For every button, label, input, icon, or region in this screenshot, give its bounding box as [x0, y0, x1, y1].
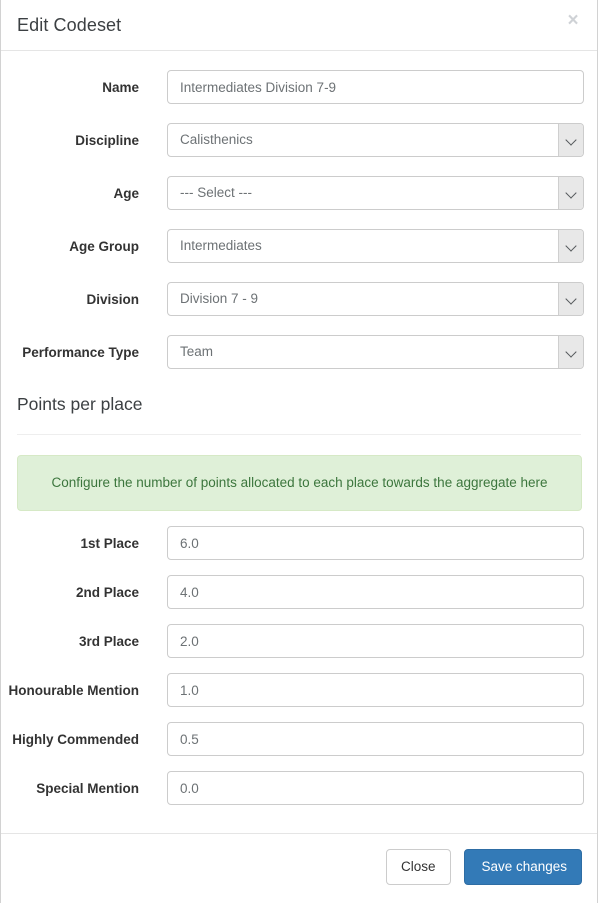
discipline-select-value: Calisthenics [180, 132, 253, 147]
form-row-age-group: Age Group Intermediates [1, 229, 597, 263]
page-title: Edit Codeset [17, 15, 122, 35]
close-button[interactable]: Close [386, 849, 451, 885]
form-row-discipline: Discipline Calisthenics [1, 123, 597, 157]
label-age-group: Age Group [69, 239, 139, 254]
field-wrap-discipline: Calisthenics [167, 123, 584, 157]
label-discipline: Discipline [75, 133, 139, 148]
form-row-name: Name [1, 70, 597, 104]
form-row-age: Age --- Select --- [1, 176, 597, 210]
second-place-input[interactable] [167, 575, 584, 609]
chevron-down-icon[interactable] [558, 124, 583, 156]
performance-type-select-value: Team [180, 344, 214, 359]
division-select-value: Division 7 - 9 [180, 291, 259, 306]
field-wrap-3rd-place [167, 624, 584, 658]
field-wrap-special-mention [167, 771, 584, 805]
performance-type-select[interactable]: Team [167, 335, 584, 369]
chevron-down-icon[interactable] [558, 336, 583, 368]
form-row-honourable-mention: Honourable Mention [1, 673, 597, 707]
form-row-division: Division Division 7 - 9 [1, 282, 597, 316]
chevron-down-icon[interactable] [558, 283, 583, 315]
close-icon[interactable]: × [562, 10, 584, 32]
field-wrap-highly-commended [167, 722, 584, 756]
age-group-select[interactable]: Intermediates [167, 229, 584, 263]
highly-commended-input[interactable] [167, 722, 584, 756]
field-wrap-honourable-mention [167, 673, 584, 707]
age-select[interactable]: --- Select --- [167, 176, 584, 210]
label-special-mention: Special Mention [36, 781, 139, 796]
field-wrap-age-group: Intermediates [167, 229, 584, 263]
field-wrap-performance-type: Team [167, 335, 584, 369]
form-row-performance-type: Performance Type Team [1, 335, 597, 369]
modal-footer: Close Save changes [1, 833, 597, 903]
form-row-1st-place: 1st Place [1, 526, 597, 560]
discipline-select[interactable]: Calisthenics [167, 123, 584, 157]
chevron-down-icon[interactable] [558, 230, 583, 262]
modal-header: Edit Codeset × [1, 0, 597, 51]
label-3rd-place: 3rd Place [78, 634, 139, 649]
form-row-highly-commended: Highly Commended [1, 722, 597, 756]
edit-codeset-modal: Edit Codeset × Name Discipline Calisthen… [0, 0, 598, 903]
special-mention-input[interactable] [167, 771, 584, 805]
label-name: Name [102, 80, 139, 95]
points-info-alert: Configure the number of points allocated… [17, 455, 582, 511]
division-select[interactable]: Division 7 - 9 [167, 282, 584, 316]
field-wrap-1st-place [167, 526, 584, 560]
form-row-3rd-place: 3rd Place [1, 624, 597, 658]
form-row-special-mention: Special Mention [1, 771, 597, 805]
save-changes-button[interactable]: Save changes [464, 849, 582, 885]
name-input[interactable] [167, 70, 584, 104]
label-highly-commended: Highly Commended [12, 732, 139, 747]
label-age: Age [113, 186, 139, 201]
form-row-2nd-place: 2nd Place [1, 575, 597, 609]
section-divider [17, 434, 581, 435]
age-select-value: --- Select --- [180, 185, 252, 200]
first-place-input[interactable] [167, 526, 584, 560]
third-place-input[interactable] [167, 624, 584, 658]
field-wrap-division: Division 7 - 9 [167, 282, 584, 316]
field-wrap-2nd-place [167, 575, 584, 609]
label-2nd-place: 2nd Place [75, 585, 139, 600]
label-performance-type: Performance Type [22, 345, 139, 360]
label-1st-place: 1st Place [80, 536, 139, 551]
field-wrap-name [167, 70, 584, 104]
label-honourable-mention: Honourable Mention [8, 683, 140, 698]
points-per-place-heading: Points per place [17, 394, 143, 414]
modal-body: Name Discipline Calisthenics Age --- Sel… [1, 70, 597, 805]
field-wrap-age: --- Select --- [167, 176, 584, 210]
age-group-select-value: Intermediates [180, 238, 262, 253]
chevron-down-icon[interactable] [558, 177, 583, 209]
honourable-mention-input[interactable] [167, 673, 584, 707]
label-division: Division [86, 292, 139, 307]
